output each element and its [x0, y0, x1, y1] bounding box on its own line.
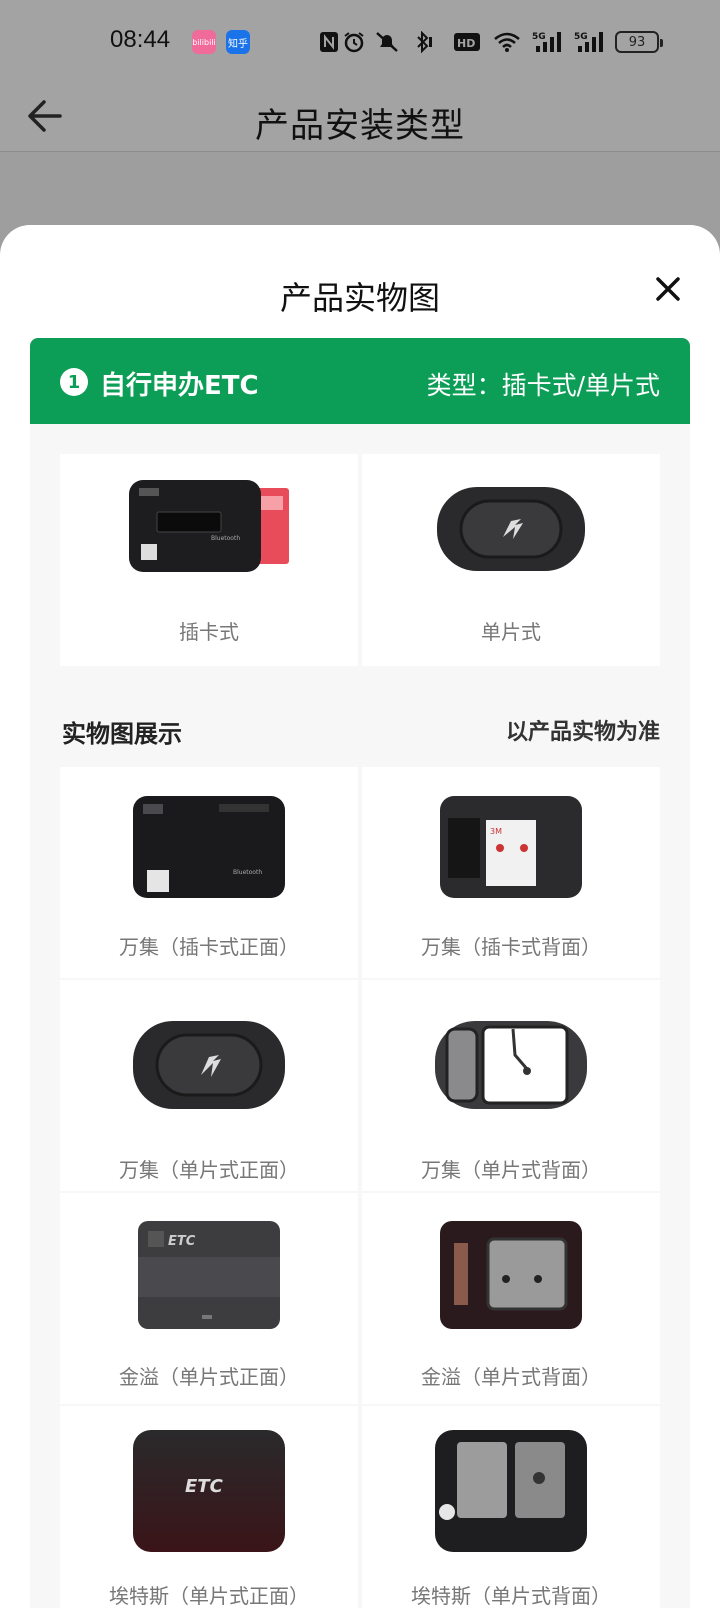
svg-text:3M: 3M [490, 827, 502, 836]
card-slot-etc-device-image: Bluetooth [60, 454, 358, 604]
signal-5g-icon: 5G [574, 30, 608, 54]
gallery-caption: 万集（单片式正面） [119, 1158, 299, 1182]
signal-5g-icon: 5G [532, 30, 566, 54]
svg-text:Bluetooth: Bluetooth [211, 535, 240, 542]
alarm-icon [342, 30, 366, 54]
status-bar: 08:44 bilibili 知乎 HD 5G 5G 93 [0, 0, 720, 84]
step-number-badge: 1 [60, 368, 88, 396]
gallery-caption: 万集（插卡式正面） [119, 935, 299, 959]
section-title: 实物图展示 [62, 720, 182, 748]
svg-text:5G: 5G [574, 32, 588, 42]
gallery-section-header: 实物图展示 以产品实物为准 [60, 706, 660, 748]
wanji-card-front-image: Bluetooth [60, 767, 358, 927]
type-card-card-slot[interactable]: Bluetooth 插卡式 [60, 454, 358, 666]
gallery-item[interactable]: ETC 金溢（单片式正面） [60, 1193, 358, 1404]
gallery-item[interactable]: 万集（单片式正面） [60, 980, 358, 1191]
gallery-item[interactable]: ETC 埃特斯（单片式正面） [60, 1406, 358, 1608]
svg-text:5G: 5G [532, 32, 546, 42]
type-banner: 1 自行申办ETC 类型：插卡式/单片式 [30, 338, 690, 424]
battery-indicator: 93 [615, 31, 663, 53]
wanji-single-front-image [60, 980, 358, 1150]
etc-logo-text: ETC [185, 1476, 224, 1497]
gallery-item[interactable]: 万集（单片式背面） [362, 980, 660, 1191]
gallery-item[interactable]: 金溢（单片式背面） [362, 1193, 660, 1404]
bilibili-icon: bilibili [192, 30, 216, 54]
banner-application-label: 自行申办ETC [100, 371, 259, 401]
nfc-icon [318, 30, 340, 54]
aitesi-single-front-image: ETC [60, 1406, 358, 1576]
bluetooth-icon [410, 30, 436, 54]
mute-icon [372, 30, 402, 54]
page-header: 产品安装类型 [0, 84, 720, 152]
svg-text:HD: HD [457, 37, 475, 50]
sheet-title: 产品实物图 [279, 279, 440, 317]
jinyi-single-back-image [362, 1193, 660, 1357]
page-title: 产品安装类型 [255, 106, 465, 146]
type-card-caption: 单片式 [481, 620, 541, 644]
single-piece-etc-device-image [362, 454, 660, 604]
gallery-caption: 金溢（单片式正面） [119, 1365, 299, 1389]
gallery-caption: 埃特斯（单片式背面） [411, 1584, 611, 1608]
wifi-icon [492, 30, 522, 54]
gallery-item[interactable]: 埃特斯（单片式背面） [362, 1406, 660, 1608]
banner-type-label: 类型：插卡式/单片式 [426, 371, 660, 400]
aitesi-single-back-image [362, 1406, 660, 1576]
type-card-single-piece[interactable]: 单片式 [362, 454, 660, 666]
hd-icon: HD [452, 30, 484, 54]
jinyi-single-front-image: ETC [60, 1193, 358, 1357]
gallery-caption: 万集（单片式背面） [421, 1158, 601, 1182]
etc-logo-text: ETC [168, 1234, 196, 1249]
product-image-sheet: 产品实物图 1 自行申办ETC 类型：插卡式/单片式 Bluetooth 插卡式 [0, 225, 720, 1608]
gallery-caption: 金溢（单片式背面） [421, 1365, 601, 1389]
close-icon[interactable] [648, 269, 688, 309]
status-time: 08:44 [110, 26, 171, 53]
section-note: 以产品实物为准 [505, 720, 660, 745]
zhihu-icon: 知乎 [226, 30, 250, 54]
image-panel: Bluetooth 插卡式 单片式 实物图展示 以产品实物为准 Bluetoot… [30, 424, 690, 1608]
gallery-item[interactable]: Bluetooth 万集（插卡式正面） [60, 767, 358, 978]
gallery-caption: 万集（插卡式背面） [421, 935, 601, 959]
svg-text:Bluetooth: Bluetooth [233, 869, 262, 876]
wanji-card-back-image: 3M [362, 767, 660, 927]
gallery-item[interactable]: 3M 万集（插卡式背面） [362, 767, 660, 978]
type-card-caption: 插卡式 [179, 620, 239, 644]
wanji-single-back-image [362, 980, 660, 1150]
gallery-caption: 埃特斯（单片式正面） [109, 1584, 309, 1608]
